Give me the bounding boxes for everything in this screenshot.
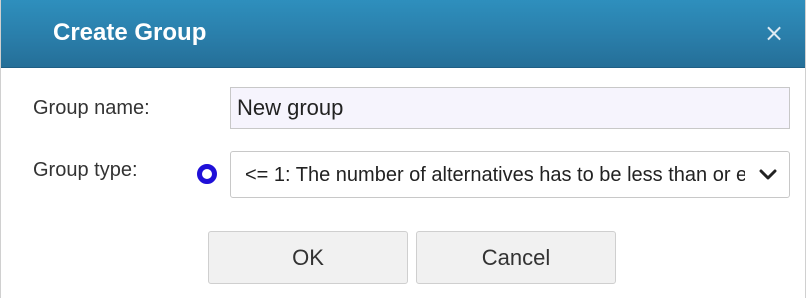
ok-button[interactable]: OK bbox=[208, 231, 408, 284]
dialog-titlebar[interactable]: Create Group × bbox=[1, 0, 805, 68]
cancel-button[interactable]: Cancel bbox=[416, 231, 616, 284]
close-icon[interactable]: × bbox=[761, 20, 787, 46]
group-type-select[interactable]: <= 1: The number of alternatives has to … bbox=[230, 151, 790, 198]
group-type-radio[interactable] bbox=[197, 164, 217, 184]
group-type-label: Group type: bbox=[33, 159, 138, 181]
create-group-dialog: Create Group × Group name: Group type: <… bbox=[0, 0, 806, 298]
group-name-label: Group name: bbox=[33, 97, 150, 119]
group-name-input[interactable] bbox=[230, 87, 790, 129]
dialog-title: Create Group bbox=[53, 19, 207, 46]
group-type-selected-value: <= 1: The number of alternatives has to … bbox=[245, 164, 745, 186]
chevron-down-icon bbox=[759, 169, 777, 180]
